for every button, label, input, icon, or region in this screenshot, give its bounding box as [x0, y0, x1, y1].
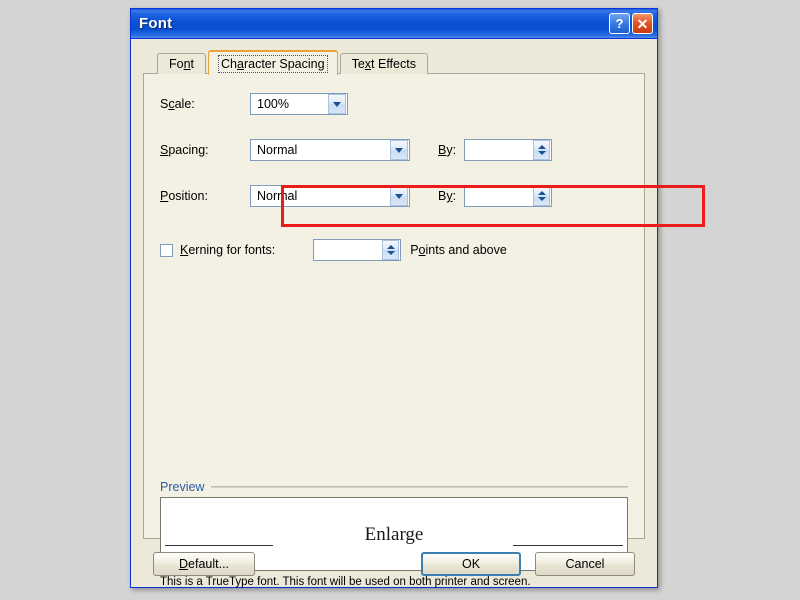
cancel-button-label: Cancel — [565, 557, 605, 571]
spinner-arrows-icon[interactable] — [533, 140, 551, 160]
window-title: Font — [139, 15, 173, 32]
position-by-post: : — [452, 189, 457, 203]
chevron-down-icon[interactable] — [390, 140, 408, 160]
preview-sample-text: Enlarge — [364, 524, 424, 545]
chevron-glyph — [395, 147, 403, 153]
truetype-note: This is a TrueType font. This font will … — [160, 576, 531, 588]
position-row: Position: Normal By: — [160, 184, 628, 208]
tab-character-spacing-mnemonic: a — [237, 57, 244, 71]
tab-text-effects-mnemonic: x — [364, 57, 372, 71]
preview-rule-left — [165, 545, 273, 546]
points-post: ints and above — [425, 243, 507, 257]
chevron-down-icon[interactable] — [328, 94, 346, 114]
tab-text-effects-label: Text Effects — [351, 57, 416, 71]
spacing-by-spinner[interactable] — [464, 139, 553, 161]
spacing-combobox[interactable]: Normal — [250, 139, 410, 161]
spinner-arrows-icon[interactable] — [382, 240, 400, 260]
kerning-points-spinner[interactable] — [313, 239, 402, 261]
points-mnemonic: o — [418, 243, 426, 257]
spacing-by-post: y: — [446, 143, 457, 157]
cancel-button[interactable]: Cancel — [535, 552, 635, 576]
position-by-spinner[interactable] — [464, 185, 553, 207]
scale-combobox[interactable]: 100% — [250, 93, 348, 115]
tab-text-effects[interactable]: Text Effects — [339, 53, 428, 74]
spinner-up-icon[interactable] — [537, 145, 546, 149]
position-label: Position: — [160, 189, 250, 203]
chevron-down-icon[interactable] — [390, 186, 408, 206]
default-button-post: efault... — [188, 557, 230, 571]
default-button-label: Default... — [179, 557, 229, 571]
dialog-body: Font Character Spacing Text Effects Scal… — [131, 39, 705, 588]
preview-legend: Preview — [160, 480, 628, 494]
preview-legend-rule — [211, 486, 628, 488]
position-label-post: osition: — [168, 189, 208, 203]
help-button-glyph: ? — [615, 16, 624, 31]
preview-legend-label: Preview — [160, 480, 205, 494]
ok-button[interactable]: OK — [421, 552, 521, 576]
close-icon[interactable]: ✕ — [632, 13, 653, 34]
spinner-down-icon[interactable] — [537, 197, 546, 201]
kerning-label: Kerning for fonts: — [180, 243, 275, 257]
tab-character-spacing[interactable]: Character Spacing — [208, 50, 338, 75]
title-bar[interactable]: Font ? ✕ — [131, 9, 657, 39]
chevron-glyph — [333, 101, 341, 107]
ok-button-label: OK — [461, 557, 481, 571]
kerning-checkbox[interactable] — [160, 243, 173, 257]
tab-font-mnemonic: n — [183, 57, 191, 71]
default-button-mnemonic: D — [178, 557, 189, 571]
character-spacing-panel: Scale: 100% Spacing: Normal By: Position… — [143, 73, 645, 588]
position-by-label: By: — [438, 189, 456, 203]
scale-value: 100% — [257, 97, 289, 111]
dialog-button-bar: Default... OK Cancel — [131, 551, 657, 577]
position-combobox[interactable]: Normal — [250, 185, 410, 207]
spacing-label-post: pacing: — [168, 143, 209, 157]
spinner-up-icon[interactable] — [537, 191, 546, 195]
scale-row: Scale: 100% — [160, 92, 628, 116]
spacing-by-label: By: — [438, 143, 456, 157]
kerning-label-post: erning for fonts: — [188, 243, 276, 257]
scale-label-post: ale: — [174, 97, 195, 111]
spinner-down-icon[interactable] — [386, 251, 395, 255]
tab-character-spacing-label: Character Spacing — [218, 55, 328, 73]
points-and-above-label: Points and above — [410, 243, 507, 257]
kerning-row: Kerning for fonts: Points and above — [160, 238, 628, 262]
spacing-row: Spacing: Normal By: — [160, 138, 628, 162]
preview-rule-right — [513, 545, 623, 546]
font-dialog: Font ? ✕ Font Character Spacing Text Eff… — [130, 8, 705, 588]
chevron-glyph — [395, 193, 403, 199]
points-pre: P — [410, 243, 419, 257]
tab-strip: Font Character Spacing Text Effects — [143, 49, 645, 75]
spinner-arrows-icon[interactable] — [533, 186, 551, 206]
spacing-label: Spacing: — [160, 143, 250, 157]
tab-font-label: Font — [169, 57, 195, 71]
spacing-value: Normal — [257, 143, 298, 157]
spinner-up-icon[interactable] — [386, 245, 395, 249]
tab-font[interactable]: Font — [157, 53, 207, 74]
scale-label: Scale: — [160, 97, 250, 111]
close-button-glyph: ✕ — [636, 15, 649, 32]
help-icon[interactable]: ? — [609, 13, 630, 34]
spinner-down-icon[interactable] — [537, 151, 546, 155]
default-button[interactable]: Default... — [153, 552, 255, 576]
position-value: Normal — [257, 189, 298, 203]
